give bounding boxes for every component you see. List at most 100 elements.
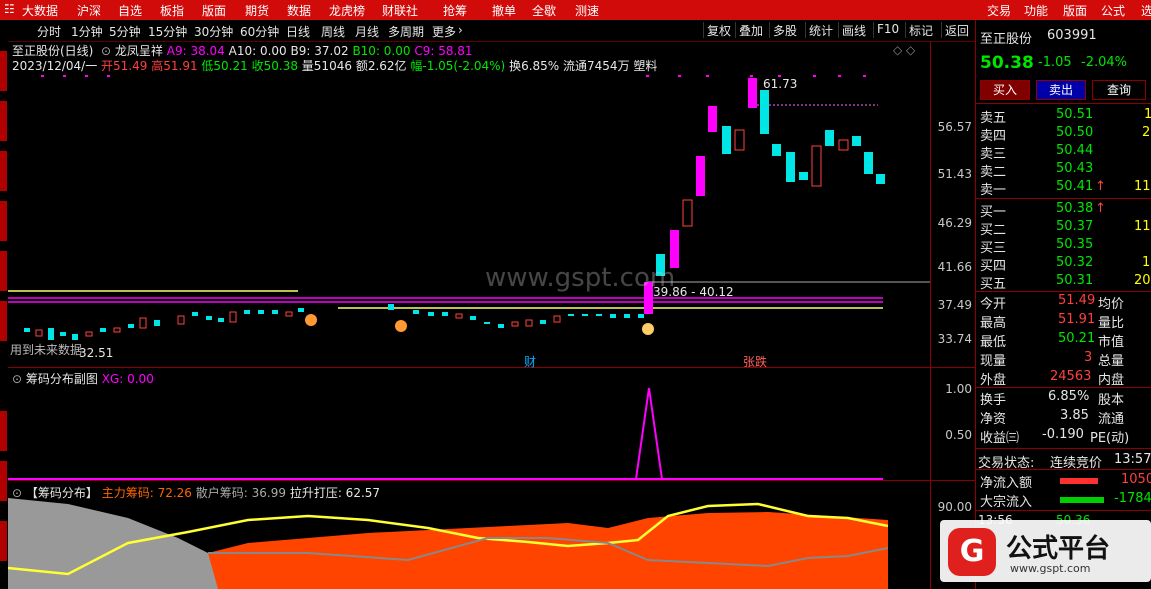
- bid-price[interactable]: 50.38: [1056, 201, 1093, 216]
- toolbar-fuquan[interactable]: 复权: [703, 22, 734, 38]
- toolbar-fanhui[interactable]: 返回: [941, 22, 972, 38]
- left-tab[interactable]: [0, 151, 7, 191]
- menu-zixuan[interactable]: 自选: [118, 2, 142, 19]
- bid-price[interactable]: 50.35: [1056, 237, 1093, 252]
- bid-label: 买四: [980, 259, 1007, 274]
- toolbar-diejia[interactable]: 叠加: [735, 22, 766, 38]
- divider: [976, 510, 1151, 511]
- period-30min[interactable]: 30分钟: [194, 23, 233, 40]
- bid-label: 买五: [980, 277, 1007, 292]
- bid-vol: 20: [1134, 273, 1151, 288]
- menu-longhubang[interactable]: 龙虎榜: [329, 2, 365, 19]
- ask-vol: 11: [1134, 179, 1151, 194]
- block-inflow-value: -1784: [1114, 491, 1151, 506]
- query-button[interactable]: 查询: [1092, 80, 1146, 100]
- left-tab[interactable]: [0, 51, 7, 91]
- period-60min[interactable]: 60分钟: [240, 23, 279, 40]
- yaxis-label: 1.00: [945, 382, 972, 396]
- menu-bigdata[interactable]: 大数据: [22, 2, 58, 19]
- buy-button[interactable]: 买入: [980, 80, 1030, 100]
- menu-shuju[interactable]: 数据: [287, 2, 311, 19]
- left-tab[interactable]: [0, 101, 7, 141]
- menu-jiaoyi[interactable]: 交易: [987, 2, 1011, 19]
- toolbar-biaoji[interactable]: 标记: [905, 22, 936, 38]
- toolbar-tongji[interactable]: 统计: [805, 22, 836, 38]
- period-daily[interactable]: 日线: [286, 23, 310, 40]
- candles: [24, 78, 885, 340]
- ask-price[interactable]: 50.43: [1056, 161, 1093, 176]
- retail-chip-area: [8, 498, 218, 589]
- menu-xuan[interactable]: 选: [1141, 2, 1151, 19]
- stat-label: 收益㈢: [980, 431, 1020, 446]
- menu-banzhi[interactable]: 板指: [160, 2, 184, 19]
- menu-hushen[interactable]: 沪深: [77, 2, 101, 19]
- toolbar-f10[interactable]: F10: [873, 22, 902, 38]
- xg-spike: [635, 387, 663, 480]
- watermark: www.gspt.com: [485, 263, 676, 293]
- menu-qihuo[interactable]: 期货: [245, 2, 269, 19]
- period-more[interactable]: 更多: [432, 23, 456, 40]
- sell-button[interactable]: 卖出: [1036, 80, 1086, 100]
- ask-price[interactable]: 50.51: [1056, 107, 1093, 122]
- indicator-name[interactable]: 龙凤呈祥: [115, 44, 163, 58]
- ask-price[interactable]: 50.44: [1056, 143, 1093, 158]
- period-15min[interactable]: 15分钟: [148, 23, 187, 40]
- period-fenshi[interactable]: 分时: [37, 23, 61, 40]
- left-tab[interactable]: [0, 251, 7, 291]
- indicator-a10: A10: 0.00: [228, 44, 287, 58]
- period-5min[interactable]: 5分钟: [109, 23, 141, 40]
- divider: [976, 291, 1151, 292]
- period-1min[interactable]: 1分钟: [71, 23, 103, 40]
- indicator-b9: B9: 37.02: [290, 44, 349, 58]
- left-tab[interactable]: [0, 201, 7, 241]
- trade-time: 13:57: [1114, 452, 1151, 467]
- yaxis-label: 51.43: [937, 167, 972, 181]
- menu-grid-icon[interactable]: ☷: [4, 2, 15, 16]
- period-weekly[interactable]: 周线: [321, 23, 345, 40]
- chip-distribution-chart: [8, 498, 889, 589]
- menu-banmian[interactable]: 版面: [202, 2, 226, 19]
- diamond-marker-icon: [305, 314, 317, 326]
- ask-price[interactable]: 50.50: [1056, 125, 1093, 140]
- arrow-up-icon: ↑: [1095, 201, 1106, 216]
- bid-price[interactable]: 50.31: [1056, 273, 1093, 288]
- chevron-right-icon[interactable]: ›: [458, 23, 463, 37]
- logo-g-icon: G: [948, 528, 996, 576]
- block-inflow-bar: [1060, 497, 1104, 503]
- stat-label: 现量: [980, 354, 1007, 369]
- bid-price[interactable]: 50.32: [1056, 255, 1093, 270]
- stat-label: 量比: [1098, 316, 1125, 331]
- dropdown-icon[interactable]: ⊙: [97, 44, 111, 58]
- period-multi[interactable]: 多周期: [388, 23, 424, 40]
- menu-quanxie[interactable]: 全歇: [532, 2, 556, 19]
- ask-price[interactable]: 50.41: [1056, 179, 1093, 194]
- panel-divider: [8, 480, 975, 481]
- menu-banmian-right[interactable]: 版面: [1063, 2, 1087, 19]
- signal-dots: [41, 75, 866, 77]
- current-price: 50.38: [980, 53, 1034, 73]
- money-bag-icon: [642, 323, 654, 335]
- bid-price[interactable]: 50.37: [1056, 219, 1093, 234]
- menu-gongshi[interactable]: 公式: [1101, 2, 1125, 19]
- toolbar-duogu[interactable]: 多股: [769, 22, 800, 38]
- net-inflow-value: 1050: [1121, 472, 1151, 487]
- stat-value: 24563: [1050, 369, 1092, 384]
- menu-cesu[interactable]: 测速: [575, 2, 599, 19]
- top-menubar: ☷ 大数据 沪深 自选 板指 版面 期货 数据 龙虎榜 财联社 抢筹 撤单 全歇…: [0, 0, 1151, 20]
- left-tab[interactable]: [0, 301, 7, 341]
- toolbar-huaxian[interactable]: 画线: [838, 22, 869, 38]
- stat-value: 51.91: [1058, 312, 1096, 327]
- left-tab[interactable]: [0, 521, 7, 561]
- future-data-note: 用到未来数据: [10, 343, 83, 357]
- diamond-icon[interactable]: ◇ ◇: [893, 43, 915, 57]
- menu-gongneng[interactable]: 功能: [1024, 2, 1048, 19]
- menu-cailianshe[interactable]: 财联社: [382, 2, 418, 19]
- menu-chedan[interactable]: 撤单: [492, 2, 516, 19]
- period-monthly[interactable]: 月线: [355, 23, 379, 40]
- stat-value: 3: [1084, 350, 1093, 365]
- left-tab[interactable]: [0, 461, 7, 501]
- menu-qiangchou[interactable]: 抢筹: [443, 2, 467, 19]
- indicator-a9: A9: 38.04: [166, 44, 225, 58]
- left-tab[interactable]: [0, 411, 7, 451]
- divider: [976, 469, 1151, 470]
